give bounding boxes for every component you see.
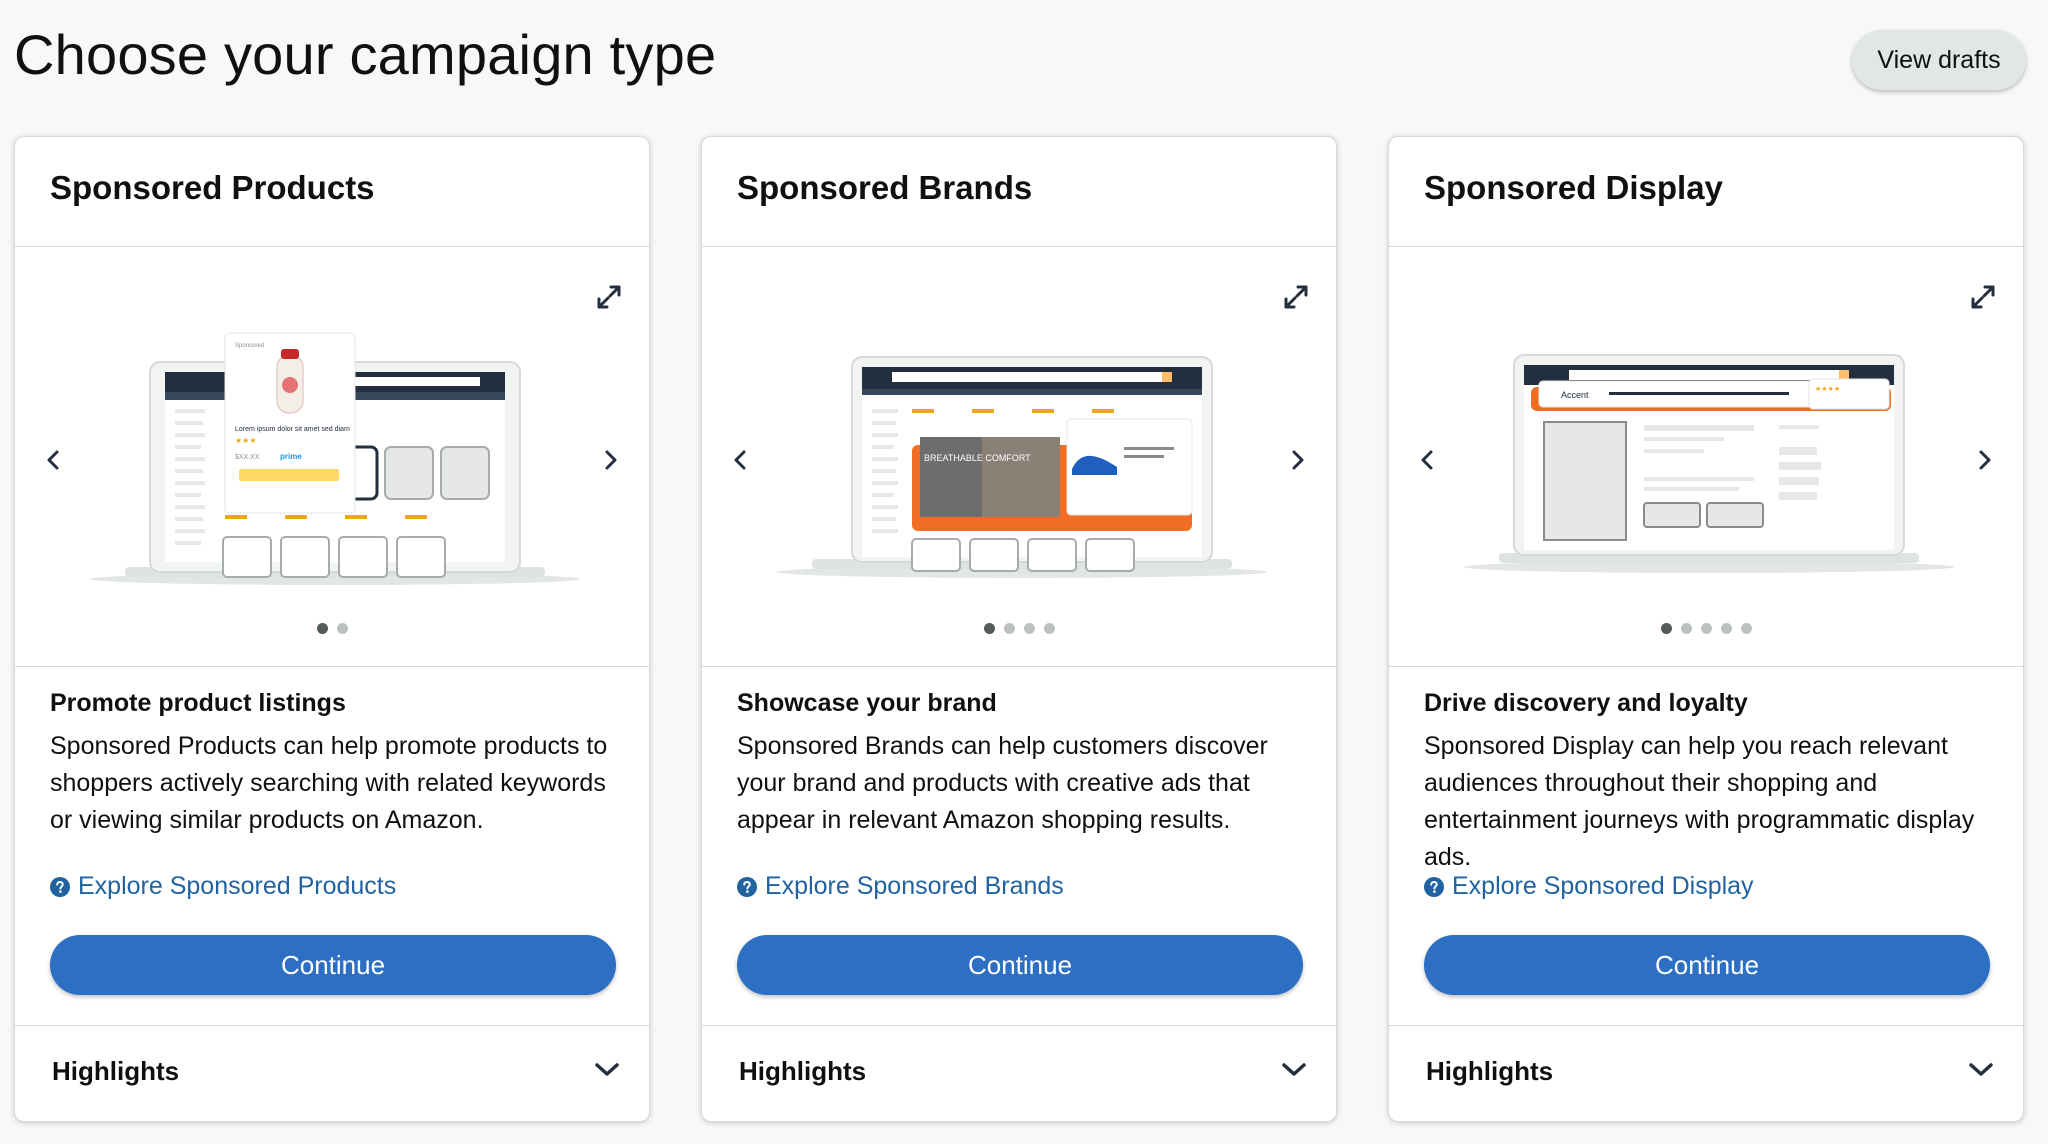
highlights-expander[interactable]: Highlights [702,1025,1336,1121]
explore-link-label: Explore Sponsored Brands [765,872,1064,900]
carousel-dot[interactable] [1720,623,1732,634]
card-body: Promote product listings Sponsored Produ… [15,667,649,1023]
svg-text:★★★: ★★★ [235,436,257,445]
campaign-card-sponsored-display: Sponsored Display Accent ★★★★ Drive disc… [1388,136,2024,1122]
chevron-left-icon[interactable] [726,442,754,478]
carousel-dot[interactable] [1660,623,1672,634]
card-body: Drive discovery and loyalty Sponsored Di… [1389,667,2023,1023]
card-subtitle: Drive discovery and loyalty [1424,689,1748,717]
chevron-left-icon[interactable] [39,442,67,478]
chevron-right-icon[interactable] [1971,442,1999,478]
carousel-dot[interactable] [1680,623,1692,634]
chevron-left-icon[interactable] [1413,442,1441,478]
expand-icon[interactable] [1969,283,1997,311]
carousel-dots [702,623,1336,634]
highlights-expander[interactable]: Highlights [1389,1025,2023,1121]
preview-carousel: Accent ★★★★ [1389,247,2023,667]
highlights-label: Highlights [739,1056,867,1086]
card-header: Sponsored Products [15,137,649,247]
carousel-dot[interactable] [316,623,328,634]
card-subtitle: Promote product listings [50,689,346,717]
sponsored-products-illustration: Sponsored Lorem ipsum dolor sit amet sed… [90,332,580,585]
continue-button[interactable]: Continue [737,935,1303,995]
view-drafts-button[interactable]: View drafts [1852,30,2026,90]
carousel-dot[interactable] [983,623,995,634]
chevron-down-icon[interactable] [1280,1060,1308,1080]
svg-text:★★★★: ★★★★ [1815,385,1840,393]
card-description: Sponsored Brands can help customers disc… [737,732,1268,834]
card-subtitle: Showcase your brand [737,689,997,717]
explore-sponsored-brands-link[interactable]: Explore Sponsored Brands [737,872,1064,901]
campaign-card-sponsored-brands: Sponsored Brands BREATHABLE COMFORT Show… [701,136,1337,1122]
carousel-dots [1389,623,2023,634]
preview-carousel: Sponsored Lorem ipsum dolor sit amet sed… [15,247,649,667]
expand-icon[interactable] [1282,283,1310,311]
continue-button[interactable]: Continue [1424,935,1990,995]
card-title: Sponsored Products [50,169,375,206]
card-header: Sponsored Display [1389,137,2023,247]
highlights-label: Highlights [52,1056,180,1086]
explore-link-label: Explore Sponsored Display [1452,872,1754,900]
carousel-dot[interactable] [1740,623,1752,634]
chevron-down-icon[interactable] [593,1060,621,1080]
carousel-dot[interactable] [1043,623,1055,634]
help-icon [737,876,757,897]
campaign-card-sponsored-products: Sponsored Products Sponsored Lorem ipsum… [14,136,650,1122]
carousel-dot[interactable] [336,623,348,634]
chevron-right-icon[interactable] [597,442,625,478]
carousel-dot[interactable] [1700,623,1712,634]
continue-button[interactable]: Continue [50,935,616,995]
sponsored-display-illustration: Accent ★★★★ [1464,354,1954,573]
highlights-label: Highlights [1426,1056,1554,1086]
carousel-dot[interactable] [1003,623,1015,634]
popup-prime-badge: prime [280,452,302,461]
carousel-dots [15,623,649,634]
chevron-down-icon[interactable] [1967,1060,1995,1080]
highlights-expander[interactable]: Highlights [15,1025,649,1121]
card-title: Sponsored Display [1424,169,1723,206]
help-icon [1424,876,1444,897]
card-header: Sponsored Brands [702,137,1336,247]
help-icon [50,876,70,897]
card-body: Showcase your brand Sponsored Brands can… [702,667,1336,1023]
chevron-right-icon[interactable] [1284,442,1312,478]
ad-brand-name: Accent [1561,390,1589,400]
sponsored-brands-illustration: BREATHABLE COMFORT [777,356,1267,578]
expand-icon[interactable] [595,283,623,311]
page-title: Choose your campaign type [14,23,717,86]
popup-sponsored-label: Sponsored [235,343,264,349]
card-description: Sponsored Display can help you reach rel… [1424,732,1975,871]
explore-sponsored-display-link[interactable]: Explore Sponsored Display [1424,872,1754,901]
explore-sponsored-products-link[interactable]: Explore Sponsored Products [50,872,396,901]
banner-text: BREATHABLE COMFORT [924,453,1031,463]
carousel-dot[interactable] [1023,623,1035,634]
preview-carousel: BREATHABLE COMFORT [702,247,1336,667]
popup-product-text: Lorem ipsum dolor sit amet sed diam [235,426,350,433]
explore-link-label: Explore Sponsored Products [78,872,397,900]
card-description: Sponsored Products can help promote prod… [50,732,608,834]
popup-price: $XX.XX [235,454,260,461]
card-title: Sponsored Brands [737,169,1033,206]
